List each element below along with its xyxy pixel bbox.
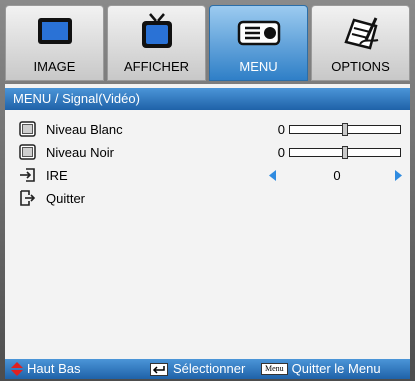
monitor-icon [37, 18, 72, 44]
enter-key-icon [150, 362, 168, 376]
tab-menu-label: MENU [239, 59, 278, 74]
arrow-right-icon[interactable] [394, 170, 402, 181]
row-value: 0 [333, 168, 341, 183]
options-icon [343, 17, 378, 50]
settings-panel: MENU / Signal(Vidéo) Niveau Blanc 0 Nive… [5, 84, 410, 359]
footer-nav: Haut Bas [11, 359, 80, 379]
footer-bar: Haut Bas Sélectionner Menu Quitter le Me… [5, 359, 410, 379]
niveau-noir-slider[interactable] [289, 146, 401, 159]
arrow-left-icon[interactable] [269, 170, 277, 181]
menu-key-icon: Menu [261, 363, 288, 375]
row-niveau-blanc[interactable]: Niveau Blanc 0 [5, 118, 410, 141]
row-label: Quitter [46, 191, 86, 206]
exit-icon [20, 190, 36, 206]
square-icon [19, 144, 36, 160]
tab-bar: IMAGE AFFICHER MENU OPTIONS [5, 5, 410, 81]
tab-image[interactable]: IMAGE [5, 5, 104, 81]
osd-window: IMAGE AFFICHER MENU OPTIONS MENU / Signa… [0, 0, 415, 381]
row-label: Niveau Noir [46, 145, 114, 160]
row-ire[interactable]: IRE 0 [5, 164, 410, 187]
up-down-arrows-icon [11, 362, 23, 376]
row-label: Niveau Blanc [46, 122, 123, 137]
tab-afficher-label: AFFICHER [124, 59, 189, 74]
input-icon [20, 168, 35, 182]
panel-title: MENU / Signal(Vidéo) [5, 88, 410, 110]
square-icon [19, 121, 36, 137]
footer-exit: Menu Quitter le Menu [261, 359, 381, 379]
tab-image-label: IMAGE [33, 59, 76, 74]
projector-icon [237, 20, 280, 46]
footer-nav-label: Haut Bas [27, 361, 81, 376]
tab-menu[interactable]: MENU [209, 5, 308, 81]
row-value: 0 [277, 145, 285, 160]
slider-thumb[interactable] [342, 146, 348, 159]
footer-select-label: Sélectionner [173, 361, 246, 376]
row-quitter[interactable]: Quitter [5, 187, 410, 210]
footer-select: Sélectionner [150, 359, 245, 379]
footer-exit-label: Quitter le Menu [291, 361, 381, 376]
row-label: IRE [46, 168, 68, 183]
settings-list: Niveau Blanc 0 Niveau Noir 0 IRE 0 Quitt… [5, 118, 410, 210]
tv-icon [141, 13, 172, 48]
row-value: 0 [277, 122, 285, 137]
tab-options[interactable]: OPTIONS [311, 5, 410, 81]
tab-options-label: OPTIONS [331, 59, 390, 74]
slider-thumb[interactable] [342, 123, 348, 136]
niveau-blanc-slider[interactable] [289, 123, 401, 136]
tab-afficher[interactable]: AFFICHER [107, 5, 206, 81]
row-niveau-noir[interactable]: Niveau Noir 0 [5, 141, 410, 164]
